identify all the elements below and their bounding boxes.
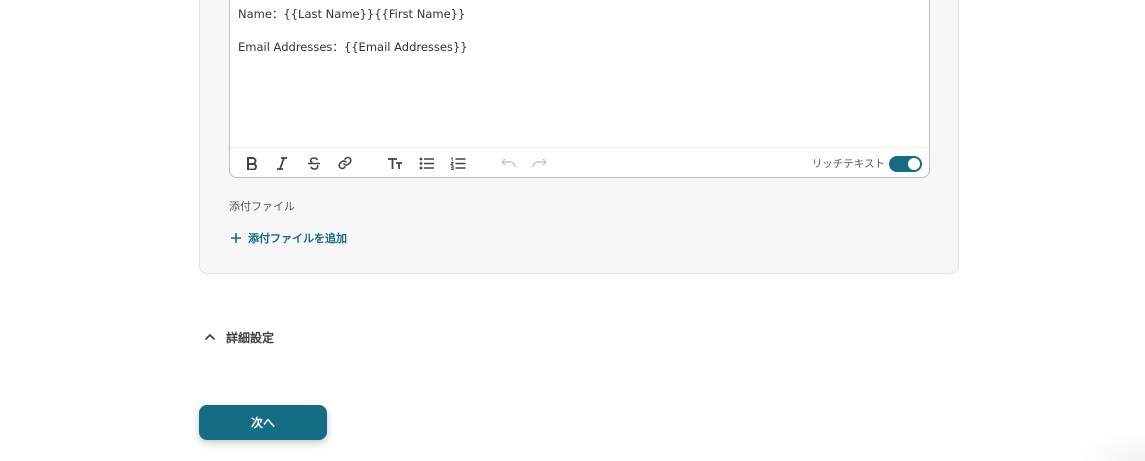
undo-icon[interactable] xyxy=(498,154,518,172)
italic-icon[interactable] xyxy=(272,154,292,172)
plus-icon xyxy=(231,233,241,243)
editor-line-email: Email Addresses：{{Email Addresses}} xyxy=(238,40,468,54)
editor-toolbar: リッチテキスト xyxy=(230,147,929,177)
rich-text-label: リッチテキスト xyxy=(811,158,885,170)
next-button[interactable]: 次へ xyxy=(199,405,327,440)
bullet-list-icon[interactable] xyxy=(417,154,437,172)
advanced-settings-toggle[interactable]: 詳細設定 xyxy=(204,329,274,345)
editor-content[interactable]: Name：{{Last Name}}{{First Name}} Email A… xyxy=(238,6,921,55)
redo-icon[interactable] xyxy=(529,154,549,172)
add-attachment-button[interactable]: 添付ファイルを追加 xyxy=(230,230,347,246)
text-size-icon[interactable] xyxy=(385,154,405,172)
advanced-settings-label: 詳細設定 xyxy=(226,330,275,345)
add-attachment-label: 添付ファイルを追加 xyxy=(248,232,347,245)
attachments-label: 添付ファイル xyxy=(229,200,295,213)
link-icon[interactable] xyxy=(335,154,355,172)
corner-shadow xyxy=(1075,431,1145,461)
editor-line-name: Name：{{Last Name}}{{First Name}} xyxy=(238,7,466,21)
rich-text-toggle[interactable] xyxy=(889,156,922,172)
numbered-list-icon[interactable] xyxy=(448,154,468,172)
toggle-knob xyxy=(908,158,920,170)
chevron-up-icon xyxy=(204,333,216,341)
bold-icon[interactable] xyxy=(242,154,262,172)
strikethrough-icon[interactable] xyxy=(304,154,324,172)
message-editor[interactable]: Name：{{Last Name}}{{First Name}} Email A… xyxy=(229,0,930,178)
editor-line-blank xyxy=(238,22,921,39)
